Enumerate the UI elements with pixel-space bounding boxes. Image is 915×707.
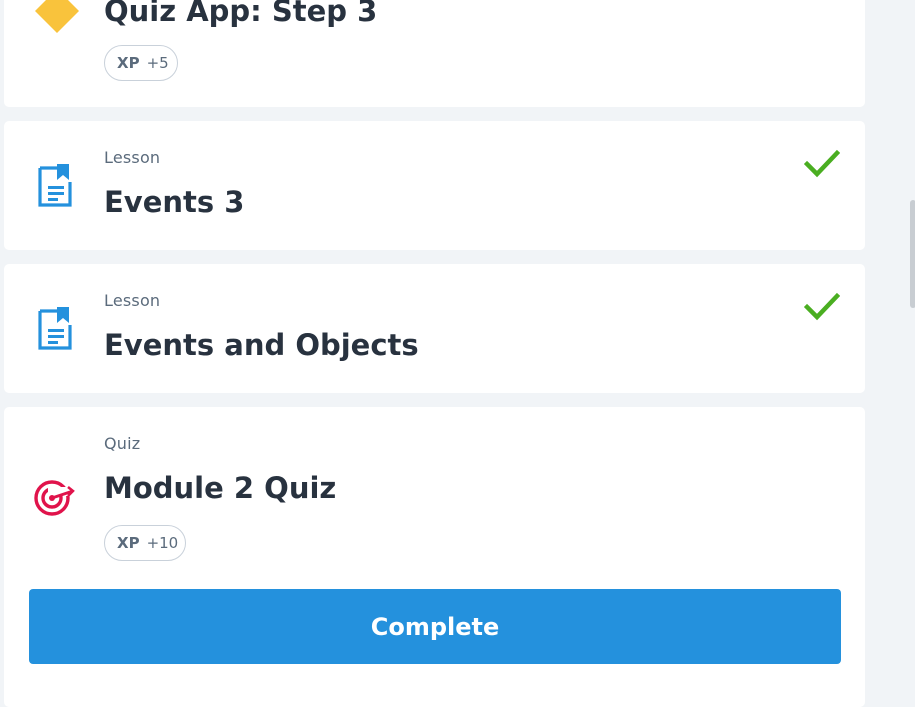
xp-value: +10 (146, 534, 179, 552)
module-item-events-3[interactable]: Lesson Events 3 (4, 121, 865, 250)
item-type-label: Lesson (104, 148, 161, 167)
item-type-label: Lesson (104, 291, 161, 310)
xp-label: XP (117, 54, 140, 72)
lesson-doc-icon (37, 306, 73, 354)
scrollbar-thumb[interactable] (910, 200, 915, 308)
item-title: Events 3 (104, 185, 245, 219)
module-item-module-2-quiz[interactable]: Quiz Module 2 Quiz XP +10 Complete (4, 407, 865, 707)
item-title: Events and Objects (104, 328, 419, 362)
xp-badge: XP +5 (104, 45, 178, 81)
diamond-icon (34, 0, 80, 38)
module-item-quiz-app-step-3[interactable]: Quiz App: Step 3 XP +5 (4, 0, 865, 107)
check-icon (803, 149, 841, 183)
item-type-label: Quiz (104, 434, 141, 453)
xp-label: XP (117, 534, 140, 552)
item-title: Quiz App: Step 3 (104, 0, 378, 28)
item-title: Module 2 Quiz (104, 471, 337, 505)
target-icon (32, 478, 78, 522)
check-icon (803, 292, 841, 326)
module-item-events-and-objects[interactable]: Lesson Events and Objects (4, 264, 865, 393)
xp-value: +5 (146, 54, 169, 72)
lesson-doc-icon (37, 163, 73, 211)
complete-button[interactable]: Complete (29, 589, 841, 664)
xp-badge: XP +10 (104, 525, 186, 561)
